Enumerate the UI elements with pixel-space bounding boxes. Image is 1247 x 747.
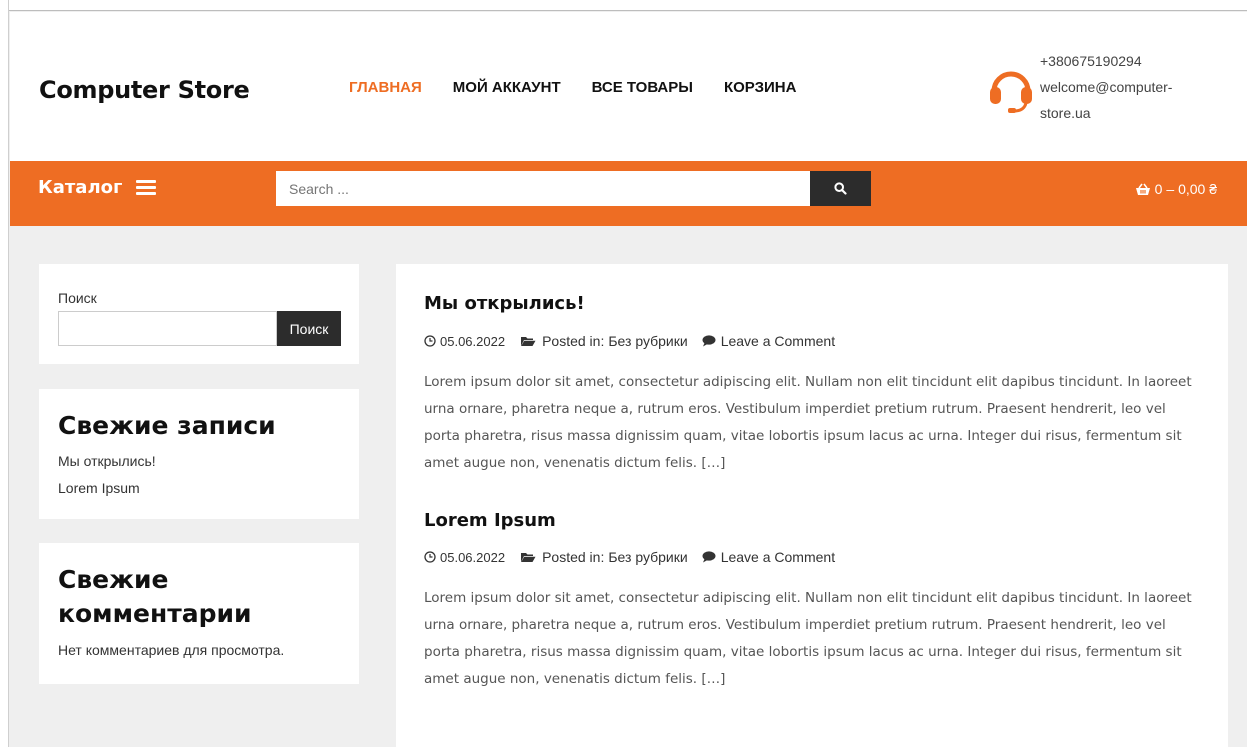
post-date[interactable]: 05.06.2022 (440, 334, 505, 349)
contact-email-line2[interactable]: store.ua (1040, 100, 1210, 126)
nav-item-cart[interactable]: КОРЗИНА (724, 79, 796, 96)
post-meta: 05.06.2022 Posted in: Без рубрики Leave … (424, 549, 835, 565)
post-date[interactable]: 05.06.2022 (440, 550, 505, 565)
contact-info: +380675190294 welcome@computer- store.ua (1040, 48, 1210, 126)
contact-email-line1[interactable]: welcome@computer- (1040, 74, 1210, 100)
product-search-input[interactable] (276, 171, 810, 206)
posts-list: Мы открылись! 05.06.2022 Posted in: Без … (396, 264, 1228, 747)
post-category-link[interactable]: Без рубрики (608, 549, 687, 565)
catalog-search-bar: Каталог 0 – 0,00 ₴ (10, 161, 1247, 226)
site-logo[interactable]: Computer Store (39, 76, 250, 104)
catalog-menu-toggle[interactable]: Каталог (38, 177, 157, 198)
post-excerpt: Lorem ipsum dolor sit amet, consectetur … (424, 590, 1192, 687)
posted-in-label: Posted in: (542, 333, 605, 349)
header-cart[interactable]: 0 – 0,00 ₴ (1135, 181, 1217, 197)
clock-icon (424, 551, 436, 563)
catalog-label: Каталог (38, 177, 123, 198)
sidebar-search-input[interactable] (58, 311, 277, 346)
sidebar-search-button[interactable]: Поиск (277, 311, 341, 346)
nav-item-all-products[interactable]: ВСЕ ТОВАРЫ (592, 79, 693, 96)
search-icon (834, 182, 847, 195)
recent-posts-widget: Свежие записи Мы открылись! Lorem Ipsum (39, 389, 359, 519)
no-comments-text: Нет комментариев для просмотра. (58, 642, 285, 658)
post-title[interactable]: Мы открылись! (424, 293, 585, 314)
recent-post-link[interactable]: Мы открылись! (58, 453, 156, 469)
recent-comments-widget: Свежие комментарии Нет комментариев для … (39, 543, 359, 684)
recent-comments-title: Свежие комментарии (58, 565, 252, 628)
search-widget-label: Поиск (58, 290, 97, 306)
post-meta: 05.06.2022 Posted in: Без рубрики Leave … (424, 333, 835, 349)
product-search-button[interactable] (810, 171, 871, 206)
folder-icon (520, 335, 536, 347)
recent-posts-title: Свежие записи (58, 411, 276, 440)
nav-item-home[interactable]: ГЛАВНАЯ (349, 79, 422, 96)
post-excerpt: Lorem ipsum dolor sit amet, consectetur … (424, 374, 1192, 471)
nav-item-account[interactable]: МОЙ АККАУНТ (453, 79, 561, 96)
leave-comment-link[interactable]: Leave a Comment (721, 549, 835, 565)
leave-comment-link[interactable]: Leave a Comment (721, 333, 835, 349)
basket-icon (1135, 183, 1150, 195)
window-frame-left (0, 0, 9, 747)
search-widget: Поиск Поиск (39, 264, 359, 364)
cart-total: – 0,00 ₴ (1166, 181, 1217, 197)
post-category-link[interactable]: Без рубрики (608, 333, 687, 349)
recent-post-link[interactable]: Lorem Ipsum (58, 480, 140, 496)
post-title[interactable]: Lorem Ipsum (424, 510, 556, 531)
headset-icon (988, 64, 1034, 114)
folder-icon (520, 551, 536, 563)
window-top-border (9, 0, 1247, 11)
main-nav: ГЛАВНАЯ МОЙ АККАУНТ ВСЕ ТОВАРЫ КОРЗИНА (349, 79, 827, 96)
comment-icon (702, 335, 716, 347)
posted-in-label: Posted in: (542, 549, 605, 565)
site-header: Computer Store ГЛАВНАЯ МОЙ АККАУНТ ВСЕ Т… (10, 12, 1247, 161)
comment-icon (702, 551, 716, 563)
contact-phone[interactable]: +380675190294 (1040, 48, 1210, 74)
menu-icon (136, 179, 157, 196)
clock-icon (424, 335, 436, 347)
cart-count: 0 (1154, 181, 1163, 197)
